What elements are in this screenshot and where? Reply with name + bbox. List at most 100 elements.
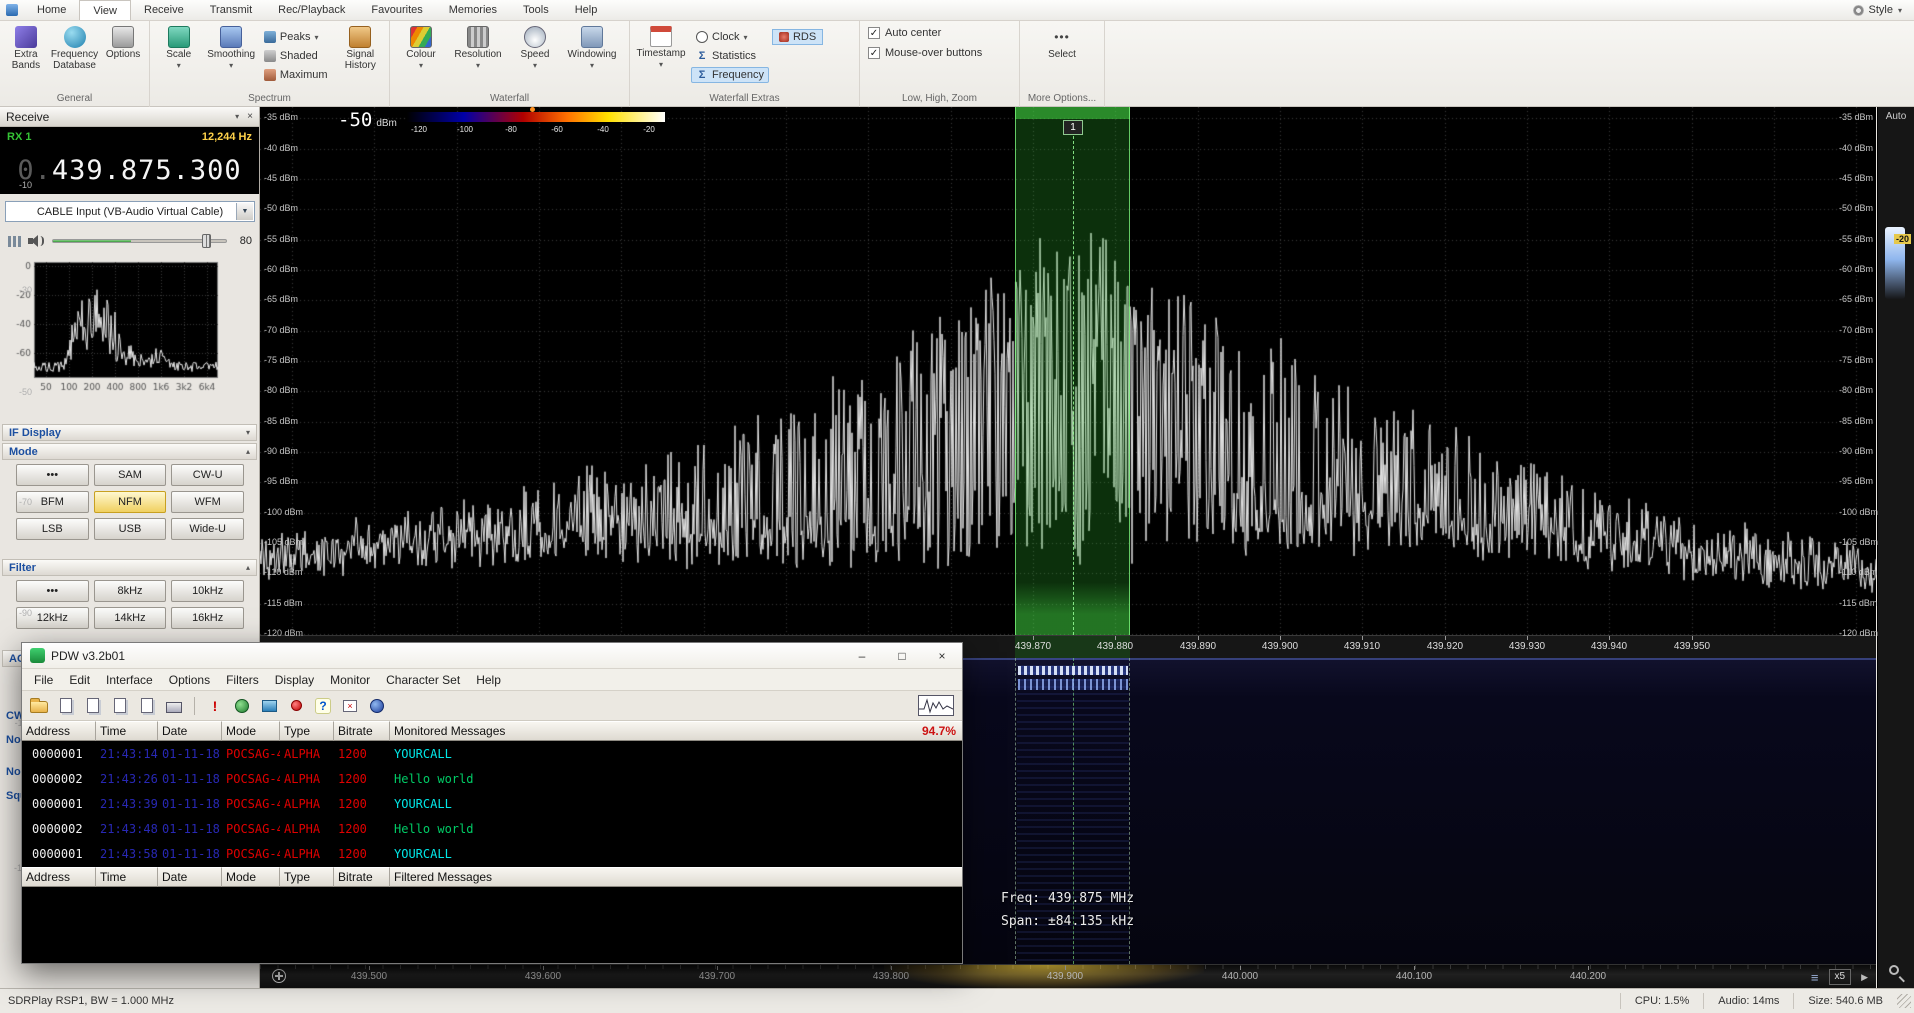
tab-tools[interactable]: Tools xyxy=(510,0,562,20)
pdw-titlebar[interactable]: PDW v3.2b01 – □ × xyxy=(22,643,962,669)
select-button[interactable]: ••• Select xyxy=(1035,24,1089,60)
clock-button[interactable]: Clock ▾ xyxy=(691,29,769,45)
section-if-display[interactable]: IF Display ▾ xyxy=(2,424,257,441)
column-header-bitrate[interactable]: Bitrate xyxy=(334,721,390,741)
menu-options[interactable]: Options xyxy=(161,671,218,689)
range-value-label[interactable]: -10 xyxy=(2,180,32,190)
range-value-label[interactable]: -90 xyxy=(2,608,32,618)
style-selector[interactable]: Style ▾ xyxy=(1841,0,1914,20)
properties-button[interactable] xyxy=(136,695,158,717)
speed-button[interactable]: Speed ▾ xyxy=(508,24,562,70)
signal-history-button[interactable]: Signal History xyxy=(336,24,385,71)
pager-message-row[interactable]: 000000221:43:2601-11-18POCSAG-4ALPHA1200… xyxy=(22,766,962,791)
section-mode[interactable]: Mode ▴ xyxy=(2,443,257,460)
tab-favourites[interactable]: Favourites xyxy=(358,0,435,20)
menu-filters[interactable]: Filters xyxy=(218,671,267,689)
monitored-messages-list[interactable]: 000000121:43:1401-11-18POCSAG-4ALPHA1200… xyxy=(22,741,962,867)
mode-button[interactable]: NFM xyxy=(94,491,167,513)
pager-message-row[interactable]: 000000221:43:4801-11-18POCSAG-4ALPHA1200… xyxy=(22,816,962,841)
auto-range-button[interactable]: Auto xyxy=(1878,111,1914,122)
alert-button[interactable]: ! xyxy=(204,695,226,717)
menu-display[interactable]: Display xyxy=(267,671,322,689)
tab-home[interactable]: Home xyxy=(24,0,79,20)
menu-edit[interactable]: Edit xyxy=(61,671,98,689)
chevron-down-icon[interactable]: ▾ xyxy=(235,112,239,121)
tab-receive[interactable]: Receive xyxy=(131,0,197,20)
volume-slider[interactable] xyxy=(52,239,227,243)
copy-button[interactable] xyxy=(82,695,104,717)
print-button[interactable] xyxy=(163,695,185,717)
range-value-label[interactable]: -50 xyxy=(2,387,32,397)
scroll-right-icon[interactable]: ▶ xyxy=(1861,972,1868,983)
close-icon[interactable]: × xyxy=(247,111,253,122)
mode-button[interactable]: CW-U xyxy=(171,464,244,486)
maximize-button[interactable]: □ xyxy=(882,643,922,669)
pager-message-row[interactable]: 000000121:43:3901-11-18POCSAG-4ALPHA1200… xyxy=(22,791,962,816)
help-button[interactable]: ? xyxy=(312,695,334,717)
options-button[interactable]: Options xyxy=(101,24,145,60)
mouse-over-buttons-checkbox[interactable]: ✓ Mouse-over buttons xyxy=(864,44,986,62)
dropdown-arrow-icon[interactable]: ▼ xyxy=(236,203,253,220)
filter-button[interactable]: ••• xyxy=(16,580,89,602)
mode-button[interactable]: SAM xyxy=(94,464,167,486)
filter-button[interactable]: 8kHz xyxy=(94,580,167,602)
frequency-database-button[interactable]: Frequency Database xyxy=(51,24,98,71)
receive-panel-header[interactable]: Receive ▾ × xyxy=(0,107,259,127)
filter-button[interactable]: 16kHz xyxy=(171,607,244,629)
tab-memories[interactable]: Memories xyxy=(436,0,510,20)
rx-marker-flag[interactable]: 1 xyxy=(1063,120,1083,135)
close-button[interactable]: × xyxy=(922,643,962,669)
audio-device-select[interactable]: CABLE Input (VB-Audio Virtual Cable) ▼ xyxy=(5,201,255,222)
section-filter[interactable]: Filter ▴ xyxy=(2,559,257,576)
mode-button[interactable]: Wide-U xyxy=(171,518,244,540)
mode-button[interactable]: WFM xyxy=(171,491,244,513)
windowing-button[interactable]: Windowing ▾ xyxy=(565,24,619,70)
tab-transmit[interactable]: Transmit xyxy=(197,0,265,20)
column-header-bitrate[interactable]: Bitrate xyxy=(334,867,390,887)
range-value-label[interactable]: -30 xyxy=(2,285,32,295)
smoothing-button[interactable]: Smoothing ▾ xyxy=(206,24,255,70)
pager-message-row[interactable]: 000000121:43:5801-11-18POCSAG-4ALPHA1200… xyxy=(22,841,962,866)
frequency-button[interactable]: Σ Frequency xyxy=(691,67,769,83)
tab-help[interactable]: Help xyxy=(562,0,611,20)
column-header-time[interactable]: Time xyxy=(96,721,158,741)
resolution-button[interactable]: Resolution ▾ xyxy=(451,24,505,70)
column-header-monitored-messages[interactable]: Monitored Messages94.7% xyxy=(390,721,962,741)
tab-rec-playback[interactable]: Rec/Playback xyxy=(265,0,358,20)
column-header-mode[interactable]: Mode xyxy=(222,867,280,887)
range-value-selected[interactable]: -20 xyxy=(1894,234,1911,244)
mode-button[interactable]: LSB xyxy=(16,518,89,540)
filter-button[interactable]: 10kHz xyxy=(171,580,244,602)
menu-file[interactable]: File xyxy=(26,671,61,689)
column-header-mode[interactable]: Mode xyxy=(222,721,280,741)
column-header-time[interactable]: Time xyxy=(96,867,158,887)
column-header-address[interactable]: Address xyxy=(22,867,96,887)
column-header-filtered-messages[interactable]: Filtered Messages xyxy=(390,867,962,887)
volume-slider-handle[interactable] xyxy=(202,234,211,248)
scale-button[interactable]: Scale ▾ xyxy=(154,24,203,70)
pdw-window[interactable]: PDW v3.2b01 – □ × FileEditInterfaceOptio… xyxy=(21,642,963,964)
shaded-button[interactable]: Shaded xyxy=(259,48,333,64)
column-header-date[interactable]: Date xyxy=(158,721,222,741)
world-button[interactable] xyxy=(366,695,388,717)
minimize-button[interactable]: – xyxy=(842,643,882,669)
speaker-icon[interactable] xyxy=(28,234,45,248)
frequency-display[interactable]: 0.439.875.300 xyxy=(0,147,259,194)
tab-view[interactable]: View xyxy=(79,0,131,20)
menu-character-set[interactable]: Character Set xyxy=(378,671,468,689)
column-header-type[interactable]: Type xyxy=(280,721,334,741)
monitor-button[interactable] xyxy=(258,695,280,717)
mode-button[interactable]: USB xyxy=(94,518,167,540)
waterfall-colorbar[interactable] xyxy=(407,112,665,122)
record-button[interactable] xyxy=(285,695,307,717)
network-button[interactable] xyxy=(231,695,253,717)
column-header-address[interactable]: Address xyxy=(22,721,96,741)
center-tune-icon[interactable] xyxy=(272,969,286,983)
maximum-button[interactable]: Maximum xyxy=(259,67,333,83)
pager-message-row[interactable]: 000000121:43:1401-11-18POCSAG-4ALPHA1200… xyxy=(22,741,962,766)
resize-grip[interactable] xyxy=(1897,994,1911,1008)
layers-icon[interactable]: ≡ xyxy=(1811,970,1819,985)
menu-interface[interactable]: Interface xyxy=(98,671,161,689)
timestamp-button[interactable]: Timestamp ▾ xyxy=(634,24,688,69)
range-value-label[interactable]: -70 xyxy=(2,497,32,507)
